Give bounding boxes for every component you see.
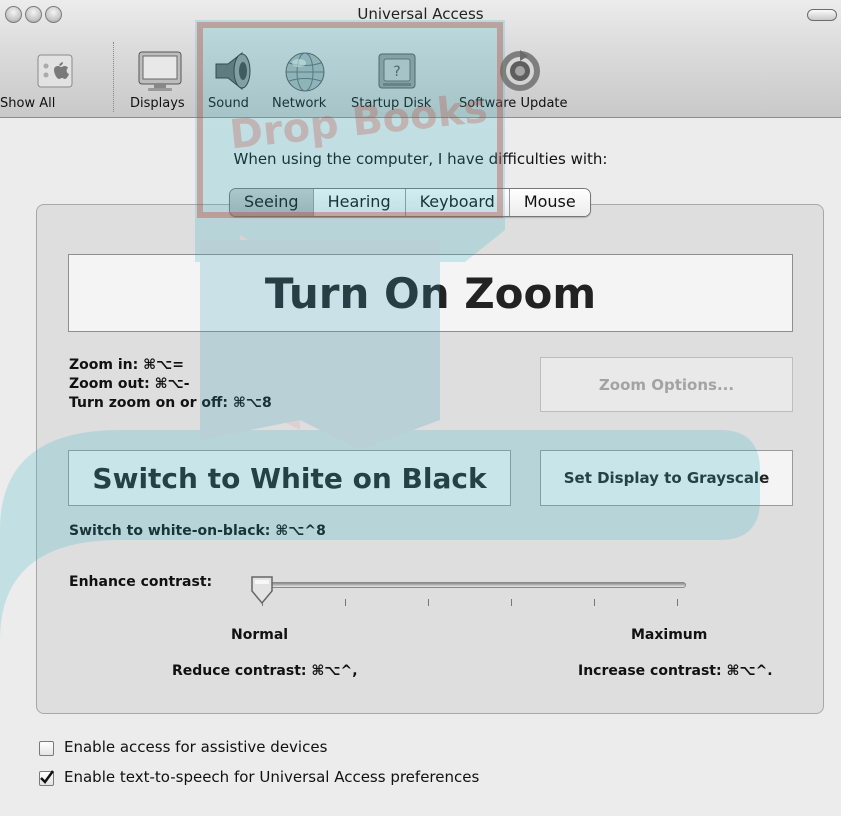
checkmark-icon bbox=[40, 770, 54, 784]
zoom-in-shortcut: Zoom in: ⌘⌥= bbox=[69, 357, 184, 373]
software-update-icon bbox=[500, 50, 540, 91]
text-to-speech-label: Enable text-to-speech for Universal Acce… bbox=[64, 768, 480, 786]
switch-white-on-black-button[interactable]: Switch to White on Black bbox=[68, 450, 511, 506]
zoom-options-button[interactable]: Zoom Options... bbox=[540, 357, 793, 412]
toolbar-toggle-button[interactable] bbox=[807, 9, 837, 21]
text-to-speech-checkbox[interactable] bbox=[39, 770, 54, 786]
zoom-toggle-shortcut: Turn zoom on or off: ⌘⌥8 bbox=[69, 395, 272, 411]
display-icon bbox=[138, 51, 182, 91]
white-on-black-shortcut: Switch to white-on-black: ⌘⌥^8 bbox=[69, 523, 326, 539]
svg-text:?: ? bbox=[393, 64, 400, 80]
slider-tick bbox=[345, 599, 346, 606]
window-title: Universal Access bbox=[357, 5, 484, 23]
tab-seeing[interactable]: Seeing bbox=[230, 189, 314, 216]
tab-keyboard[interactable]: Keyboard bbox=[405, 189, 510, 216]
contrast-min-label: Normal bbox=[231, 627, 289, 643]
toolbar-label: Startup Disk bbox=[351, 96, 432, 111]
enhance-contrast-label: Enhance contrast: bbox=[69, 574, 213, 590]
slider-tick bbox=[428, 599, 429, 606]
reduce-contrast-shortcut: Reduce contrast: ⌘⌥^, bbox=[172, 663, 358, 679]
hard-disk-icon: ? bbox=[378, 53, 416, 89]
zoom-out-shortcut: Zoom out: ⌘⌥- bbox=[69, 376, 190, 392]
universal-access-window: Universal Access Show All Displays Sound… bbox=[0, 0, 841, 816]
globe-icon bbox=[285, 52, 325, 92]
increase-contrast-shortcut: Increase contrast: ⌘⌥^. bbox=[578, 663, 773, 679]
contrast-max-label: Maximum bbox=[631, 627, 708, 643]
difficulty-tabs: Seeing Hearing Keyboard Mouse bbox=[229, 188, 591, 217]
assistive-devices-checkbox[interactable] bbox=[39, 741, 54, 756]
turn-on-zoom-button[interactable]: Turn On Zoom bbox=[68, 254, 793, 332]
slider-tick bbox=[511, 599, 512, 606]
set-grayscale-button[interactable]: Set Display to Grayscale bbox=[540, 450, 793, 506]
apple-logo-icon bbox=[37, 54, 73, 88]
toolbar-label: Software Update bbox=[459, 96, 568, 111]
difficulty-prompt: When using the computer, I have difficul… bbox=[233, 150, 608, 168]
assistive-devices-label: Enable access for assistive devices bbox=[64, 738, 328, 756]
toolbar-label: Show All bbox=[0, 96, 56, 111]
contrast-slider-thumb[interactable] bbox=[250, 575, 274, 605]
contrast-slider-track[interactable] bbox=[255, 582, 686, 588]
title-toolbar: Universal Access Show All Displays Sound… bbox=[0, 0, 841, 118]
toolbar-label: Displays bbox=[130, 96, 185, 111]
tab-hearing[interactable]: Hearing bbox=[313, 189, 406, 216]
toolbar-separator bbox=[113, 42, 115, 112]
speaker-icon bbox=[215, 51, 251, 91]
toolbar-label: Network bbox=[272, 96, 327, 111]
toolbar-label: Sound bbox=[208, 96, 249, 111]
tab-mouse[interactable]: Mouse bbox=[509, 189, 590, 216]
slider-tick bbox=[594, 599, 595, 606]
slider-tick bbox=[677, 599, 678, 606]
